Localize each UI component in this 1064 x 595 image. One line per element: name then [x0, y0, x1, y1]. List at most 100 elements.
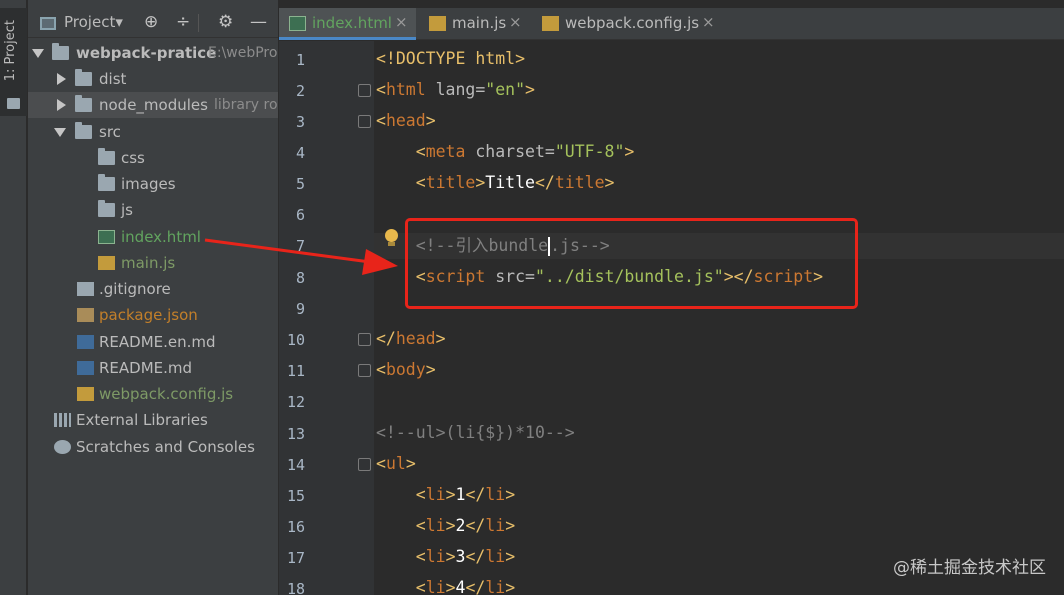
tree-item-webpack-pratice[interactable]: webpack-pratice E:\webPro	[28, 40, 278, 66]
project-view-icon	[40, 17, 56, 30]
tree-item-label: README.md	[99, 359, 193, 377]
tree-item-label: Scratches and Consoles	[76, 438, 255, 456]
lightbulb-icon[interactable]	[385, 229, 398, 246]
fold-marker-icon[interactable]	[358, 333, 371, 346]
code-line-5: <title>Title</title>	[415, 173, 615, 192]
tree-item-webpack-config-js[interactable]: webpack.config.js	[28, 381, 278, 407]
library-icon	[54, 413, 71, 427]
folder-icon	[98, 200, 115, 217]
project-panel: Project▾ ⊕ ÷ ⚙ — webpack-pratice E:\webP…	[28, 0, 278, 595]
tree-item-label: README.en.md	[99, 333, 216, 351]
line-number: 6	[295, 206, 305, 224]
code-line-14: <ul>	[376, 454, 416, 473]
tree-item-css[interactable]: css	[28, 145, 278, 171]
watermark: @稀土掘金技术社区	[893, 558, 1046, 578]
html-file-icon	[98, 230, 115, 244]
line-number: 8	[295, 269, 305, 287]
tree-item-label: src	[99, 123, 121, 141]
code-line-17: <li>3</li>	[415, 547, 516, 566]
close-icon[interactable]: ×	[509, 13, 522, 31]
project-tool-tab-label: 1: Project	[3, 20, 18, 82]
tree-item-images[interactable]: images	[28, 171, 278, 197]
line-number: 11	[286, 362, 305, 380]
tree-item-label: .gitignore	[99, 280, 171, 298]
tree-item-label: webpack-pratice	[76, 44, 217, 62]
editor-gutter: 1 2 3 4 5 6 7 8 9 10 11 12 13 14 15 16 1…	[279, 41, 374, 595]
chevron-down-icon: ▾	[115, 13, 123, 31]
editor-tab-bar: index.html × main.js × webpack.config.js…	[279, 8, 1064, 40]
tree-item-readme-md[interactable]: README.md	[28, 355, 278, 381]
tree-item-package-json[interactable]: package.json	[28, 302, 278, 328]
tree-item-src[interactable]: src	[28, 119, 278, 145]
tree-item-label: webpack.config.js	[99, 385, 234, 403]
close-icon[interactable]: ×	[395, 13, 408, 31]
folder-icon	[52, 43, 69, 60]
fold-marker-icon[interactable]	[358, 458, 371, 471]
tree-item-label: index.html	[121, 228, 201, 246]
tree-item-label: images	[121, 175, 176, 193]
gear-icon[interactable]: ⚙	[218, 11, 233, 33]
code-editor[interactable]: <!DOCTYPE html> <html lang="en"> <head> …	[374, 41, 1064, 595]
tree-item-label: main.js	[121, 254, 176, 272]
line-number: 12	[286, 393, 305, 411]
js-file-icon	[98, 256, 115, 270]
markdown-file-icon	[77, 361, 94, 375]
folder-icon	[7, 98, 20, 109]
code-line-16: <li>2</li>	[415, 516, 516, 535]
project-view-selector[interactable]: Project▾	[64, 13, 123, 31]
tab-webpack-config-js[interactable]: webpack.config.js ×	[532, 8, 722, 40]
line-number: 15	[286, 487, 305, 505]
folder-icon	[98, 174, 115, 191]
tab-main-js[interactable]: main.js ×	[419, 8, 529, 40]
html-file-icon	[289, 16, 306, 31]
line-number: 17	[286, 549, 305, 567]
tree-item-label: dist	[99, 70, 127, 88]
tree-item-label: External Libraries	[76, 411, 208, 429]
project-tool-tab[interactable]: 1: Project	[0, 8, 27, 116]
tab-label: main.js	[452, 14, 507, 32]
code-line-15: <li>1</li>	[415, 485, 516, 504]
scratches-icon	[54, 440, 71, 454]
tab-label: index.html	[312, 14, 392, 32]
line-number: 4	[295, 144, 305, 162]
text-file-icon	[77, 282, 94, 296]
chevron-down-icon[interactable]	[32, 49, 44, 58]
tree-item-scratches[interactable]: Scratches and Consoles	[28, 434, 278, 460]
code-line-3: <head>	[376, 111, 436, 130]
tree-item-index-html[interactable]: index.html	[28, 224, 278, 250]
tree-item-label: package.json	[99, 306, 198, 324]
tree-item-label: css	[121, 149, 145, 167]
tree-item-external-libraries[interactable]: External Libraries	[28, 407, 278, 433]
code-line-10: </head>	[376, 329, 446, 348]
tab-index-html[interactable]: index.html ×	[279, 8, 416, 40]
tree-item-library-hint: library ro	[214, 97, 278, 113]
close-icon[interactable]: ×	[702, 13, 715, 31]
hide-panel-icon[interactable]: —	[250, 11, 267, 33]
line-number: 14	[286, 456, 305, 474]
tree-item-dist[interactable]: dist	[28, 66, 278, 92]
collapse-all-icon[interactable]: ÷	[176, 11, 190, 33]
tree-item-label: node_modules	[99, 96, 208, 114]
locate-file-icon[interactable]: ⊕	[144, 11, 158, 33]
tree-item-node-modules[interactable]: node_modules library ro	[28, 92, 278, 118]
tree-item-gitignore[interactable]: .gitignore	[28, 276, 278, 302]
tree-item-readme-en-md[interactable]: README.en.md	[28, 329, 278, 355]
folder-icon	[75, 69, 92, 86]
tree-item-js[interactable]: js	[28, 197, 278, 223]
fold-marker-icon[interactable]	[358, 84, 371, 97]
tree-item-main-js[interactable]: main.js	[28, 250, 278, 276]
code-line-13: <!--ul>(li{$})*10-->	[376, 423, 575, 442]
line-number: 2	[295, 82, 305, 100]
folder-icon	[75, 95, 92, 112]
chevron-down-icon[interactable]	[54, 128, 66, 137]
chevron-right-icon[interactable]	[57, 99, 66, 111]
chevron-right-icon[interactable]	[57, 73, 66, 85]
markdown-file-icon	[77, 335, 94, 349]
line-number: 3	[295, 113, 305, 131]
folder-icon	[75, 122, 92, 139]
fold-marker-icon[interactable]	[358, 115, 371, 128]
js-file-icon	[77, 387, 94, 401]
fold-marker-icon[interactable]	[358, 364, 371, 377]
line-number: 9	[295, 300, 305, 318]
line-number: 10	[286, 331, 305, 349]
